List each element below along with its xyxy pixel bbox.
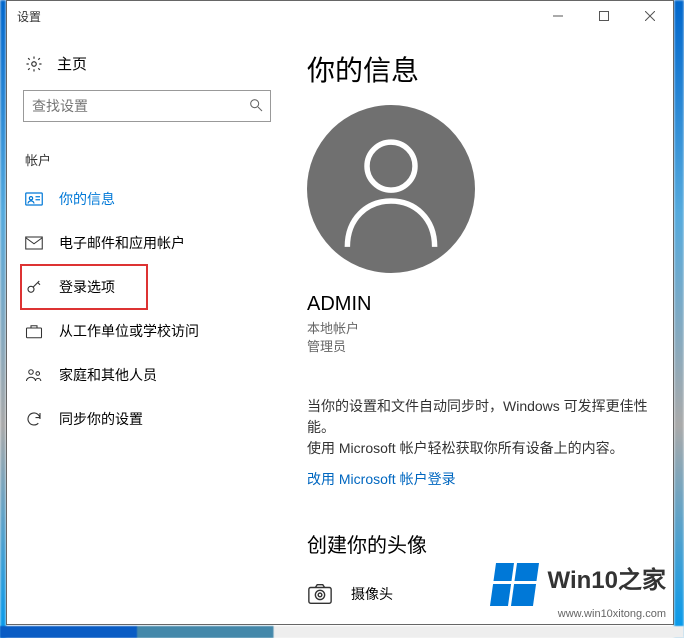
username: ADMIN bbox=[307, 293, 655, 316]
search-box[interactable] bbox=[23, 90, 271, 122]
sidebar-item-signin-options[interactable]: 登录选项 bbox=[21, 265, 147, 309]
briefcase-icon bbox=[25, 323, 43, 339]
settings-window: 设置 主页 bbox=[6, 0, 674, 625]
sidebar-item-work-school[interactable]: 从工作单位或学校访问 bbox=[21, 309, 283, 353]
sidebar-item-label: 登录选项 bbox=[59, 277, 115, 297]
id-card-icon bbox=[25, 192, 43, 206]
gear-icon bbox=[25, 55, 43, 73]
sidebar-item-email-accounts[interactable]: 电子邮件和应用帐户 bbox=[21, 221, 283, 265]
sidebar-item-label: 电子邮件和应用帐户 bbox=[59, 233, 185, 253]
close-icon bbox=[645, 11, 655, 21]
sidebar: 主页 帐户 你的信息 电子邮件和应用帐户 bbox=[7, 31, 303, 624]
page-title: 你的信息 bbox=[307, 49, 655, 89]
account-type: 本地帐户 bbox=[307, 320, 655, 338]
person-icon bbox=[336, 129, 446, 249]
minimize-button[interactable] bbox=[535, 1, 581, 31]
watermark: Win10之家 www.win10xitong.com bbox=[493, 560, 666, 620]
search-input[interactable] bbox=[24, 91, 244, 121]
search-icon bbox=[248, 97, 264, 116]
envelope-icon bbox=[25, 236, 43, 250]
sidebar-item-label: 同步你的设置 bbox=[59, 409, 143, 429]
create-avatar-header: 创建你的头像 bbox=[307, 529, 655, 558]
sidebar-item-your-info[interactable]: 你的信息 bbox=[21, 177, 283, 221]
titlebar: 设置 bbox=[7, 1, 673, 31]
sync-icon bbox=[25, 410, 43, 428]
watermark-url: www.win10xitong.com bbox=[493, 608, 666, 620]
camera-icon bbox=[307, 582, 333, 606]
sidebar-item-label: 从工作单位或学校访问 bbox=[59, 321, 199, 341]
sidebar-item-sync[interactable]: 同步你的设置 bbox=[21, 397, 283, 441]
home-label: 主页 bbox=[57, 53, 87, 74]
avatar bbox=[307, 105, 475, 273]
switch-to-msa-link[interactable]: 改用 Microsoft 帐户登录 bbox=[307, 469, 655, 489]
sidebar-item-label: 你的信息 bbox=[59, 189, 115, 209]
account-role: 管理员 bbox=[307, 338, 655, 356]
sidebar-section-header: 帐户 bbox=[25, 150, 283, 169]
window-title: 设置 bbox=[17, 8, 41, 25]
people-icon bbox=[25, 367, 43, 383]
option-label: 摄像头 bbox=[351, 584, 393, 604]
maximize-button[interactable] bbox=[581, 1, 627, 31]
sidebar-item-family[interactable]: 家庭和其他人员 bbox=[21, 353, 283, 397]
main-panel: 你的信息 ADMIN 本地帐户 管理员 当你的设置和文件自动同步时，Window… bbox=[303, 31, 673, 624]
info-text: 当你的设置和文件自动同步时，Windows 可发挥更佳性能。 使用 Micros… bbox=[307, 396, 655, 459]
close-button[interactable] bbox=[627, 1, 673, 31]
watermark-brand: Win10之家 bbox=[548, 567, 666, 594]
sidebar-item-label: 家庭和其他人员 bbox=[59, 365, 157, 385]
home-button[interactable]: 主页 bbox=[21, 53, 283, 74]
windows-logo-icon bbox=[490, 563, 539, 606]
key-icon bbox=[25, 278, 43, 296]
maximize-icon bbox=[599, 11, 609, 21]
minimize-icon bbox=[553, 11, 563, 21]
